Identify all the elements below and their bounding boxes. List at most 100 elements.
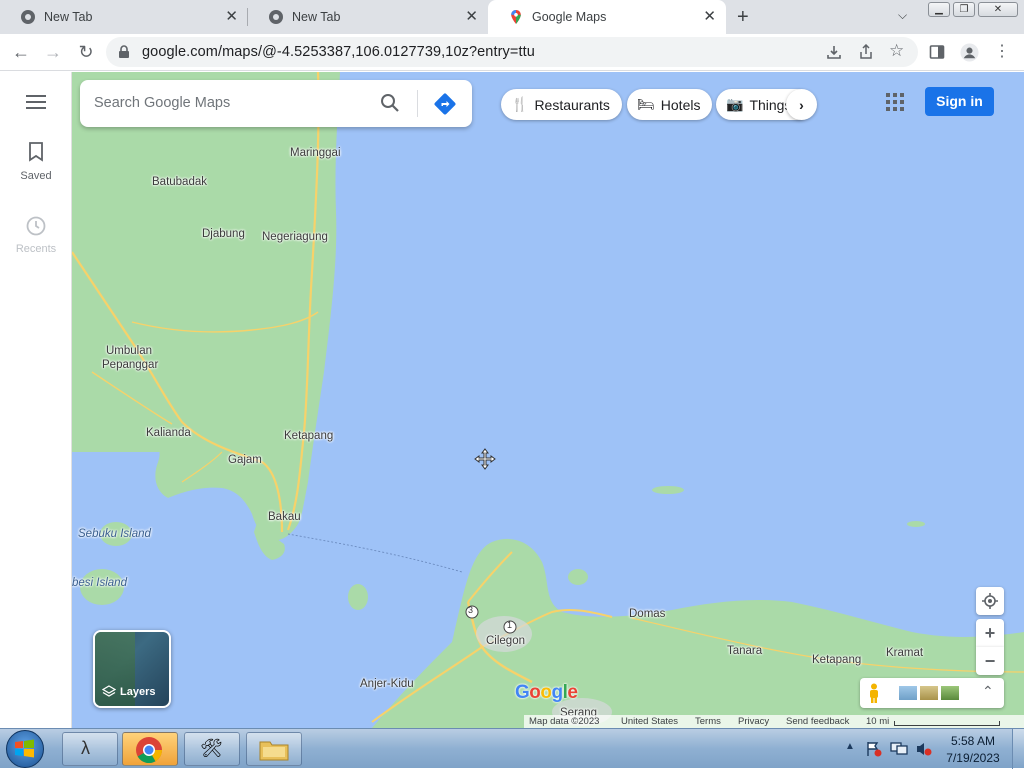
directions-icon[interactable]: [433, 92, 457, 116]
browser-toolbar: ← → ↻ google.com/maps/@-4.5253387,106.01…: [0, 34, 1024, 71]
layers-label: Layers: [120, 686, 156, 698]
show-desktop-button[interactable]: [1012, 729, 1024, 769]
address-bar[interactable]: google.com/maps/@-4.5253387,106.0127739,…: [106, 37, 918, 67]
imagery-thumb-icon[interactable]: [899, 686, 917, 700]
country-link[interactable]: United States: [621, 716, 678, 727]
close-window-icon[interactable]: ✕: [978, 2, 1018, 17]
clock-time[interactable]: 5:58 AM: [940, 734, 1006, 748]
show-hidden-icons-triangle-icon[interactable]: ▲: [845, 741, 855, 752]
camera-icon: 📷: [726, 96, 744, 112]
action-center-flag-icon[interactable]: [866, 741, 882, 757]
left-rail: Saved Recents: [0, 72, 72, 728]
pegman-icon[interactable]: [868, 683, 880, 703]
side-panel-icon[interactable]: [929, 44, 945, 60]
map-footer: Map data ©2023 United States Terms Priva…: [524, 715, 1024, 728]
close-icon[interactable]: ✕: [465, 9, 478, 25]
bookmark-star-icon[interactable]: ☆: [889, 41, 904, 61]
share-icon[interactable]: [858, 44, 874, 60]
imagery-thumb-icon[interactable]: [941, 686, 959, 700]
lambda-icon: λ: [81, 738, 90, 758]
volume-muted-icon[interactable]: [915, 741, 933, 757]
road-shield-1: 1: [507, 620, 513, 630]
map-label-bakau: Bakau: [268, 511, 301, 523]
forward-arrow-icon[interactable]: →: [41, 40, 65, 64]
chip-label: Restaurants: [534, 96, 610, 113]
google-logo: Google: [515, 682, 578, 703]
road-shield-3: 3: [468, 605, 474, 615]
minimize-window-icon[interactable]: ▁: [928, 2, 950, 17]
google-apps-grid-icon[interactable]: [886, 93, 904, 111]
url-text[interactable]: google.com/maps/@-4.5253387,106.0127739,…: [142, 44, 535, 60]
sign-in-button[interactable]: Sign in: [925, 87, 994, 116]
windows-taskbar: λ 🛠 ▲ 5:58 AM 7/19/2023: [0, 728, 1024, 769]
wrench-tool-icon: 🛠: [200, 738, 223, 758]
maps-app: Saved Recents Maringgai Batubadak Djabun…: [0, 72, 1024, 728]
map-label-batubadak: Batubadak: [152, 176, 207, 188]
history-clock-icon: [26, 216, 46, 236]
tab-search-chevron-icon[interactable]: ⌵: [898, 8, 907, 23]
search-input[interactable]: [94, 90, 364, 116]
browser-menu-dots-icon[interactable]: ⋮: [990, 40, 1014, 64]
expand-chevron-up-icon[interactable]: ⌃: [982, 683, 994, 700]
taskbar-app-chrome[interactable]: [122, 732, 178, 766]
close-icon[interactable]: ✕: [703, 9, 716, 25]
saved-button[interactable]: Saved: [0, 142, 72, 182]
restore-window-icon[interactable]: ❐: [953, 2, 975, 17]
zoom-out-button[interactable]: −: [976, 647, 1004, 675]
map-label-ketapang: Ketapang: [284, 430, 334, 442]
taskbar-app-explorer[interactable]: [246, 732, 302, 766]
map-label-pepanggar: Pepanggar: [102, 359, 159, 371]
terms-link[interactable]: Terms: [695, 716, 721, 727]
chrome-icon: [136, 737, 163, 764]
tab-new-tab-1[interactable]: New Tab ✕: [0, 0, 248, 34]
lock-icon[interactable]: [118, 45, 130, 59]
map-label-djabung: Djabung: [202, 228, 245, 240]
windows-logo-icon: [15, 739, 34, 758]
chrome-icon: [269, 10, 283, 24]
map-label-maringgai: Maringgai: [290, 147, 341, 159]
map-label-ketapang-east: Ketapang: [812, 654, 862, 666]
chip-label: Hotels: [660, 96, 701, 113]
network-icon[interactable]: [890, 741, 908, 757]
layers-stack-icon: [102, 685, 116, 697]
maps-pin-icon: [511, 10, 521, 24]
install-download-icon[interactable]: [826, 44, 842, 60]
profile-avatar-icon[interactable]: [960, 43, 979, 62]
move-cursor-icon: [474, 448, 496, 470]
taskbar-app-lambda[interactable]: λ: [62, 732, 118, 766]
fork-knife-icon: 🍴: [511, 96, 529, 112]
tab-new-tab-2[interactable]: New Tab ✕: [248, 0, 488, 34]
chip-restaurants[interactable]: 🍴 Restaurants: [501, 89, 622, 120]
saved-label: Saved: [20, 170, 52, 182]
tab-google-maps[interactable]: Google Maps ✕: [488, 0, 726, 34]
taskbar-app-tool[interactable]: 🛠: [184, 732, 240, 766]
imagery-thumb-icon[interactable]: [920, 686, 938, 700]
map-label-gajam: Gajam: [228, 454, 262, 466]
search-icon[interactable]: [380, 93, 400, 113]
send-feedback-link[interactable]: Send feedback: [786, 716, 849, 727]
crosshair-location-icon: [982, 593, 998, 609]
clock-date[interactable]: 7/19/2023: [940, 751, 1006, 765]
map-label-kalianda: Kalianda: [146, 427, 191, 439]
chips-next-chevron-icon[interactable]: ›: [786, 89, 817, 120]
map-terrain: [72, 72, 1024, 728]
privacy-link[interactable]: Privacy: [738, 716, 769, 727]
zoom-in-button[interactable]: +: [976, 619, 1004, 647]
search-box: [80, 80, 472, 127]
map-label-tanara: Tanara: [727, 645, 763, 657]
new-tab-plus-icon[interactable]: +: [737, 6, 749, 29]
recents-button[interactable]: Recents: [0, 215, 72, 255]
layers-button[interactable]: Layers: [93, 630, 171, 708]
map-canvas[interactable]: Maringgai Batubadak Djabung Negeriagung …: [72, 72, 1024, 728]
start-button[interactable]: [6, 730, 44, 768]
hamburger-menu-icon[interactable]: [26, 95, 46, 109]
my-location-button[interactable]: [976, 587, 1004, 615]
reload-icon[interactable]: ↻: [74, 40, 98, 64]
map-label-cilegon: Cilegon: [486, 635, 525, 647]
scale-bar: [894, 721, 1000, 726]
tab-title: New Tab: [44, 10, 93, 24]
back-arrow-icon[interactable]: ←: [9, 40, 33, 64]
scale-label[interactable]: 10 mi: [866, 716, 889, 727]
close-icon[interactable]: ✕: [225, 9, 238, 25]
chip-hotels[interactable]: 🛏 Hotels: [627, 89, 713, 120]
